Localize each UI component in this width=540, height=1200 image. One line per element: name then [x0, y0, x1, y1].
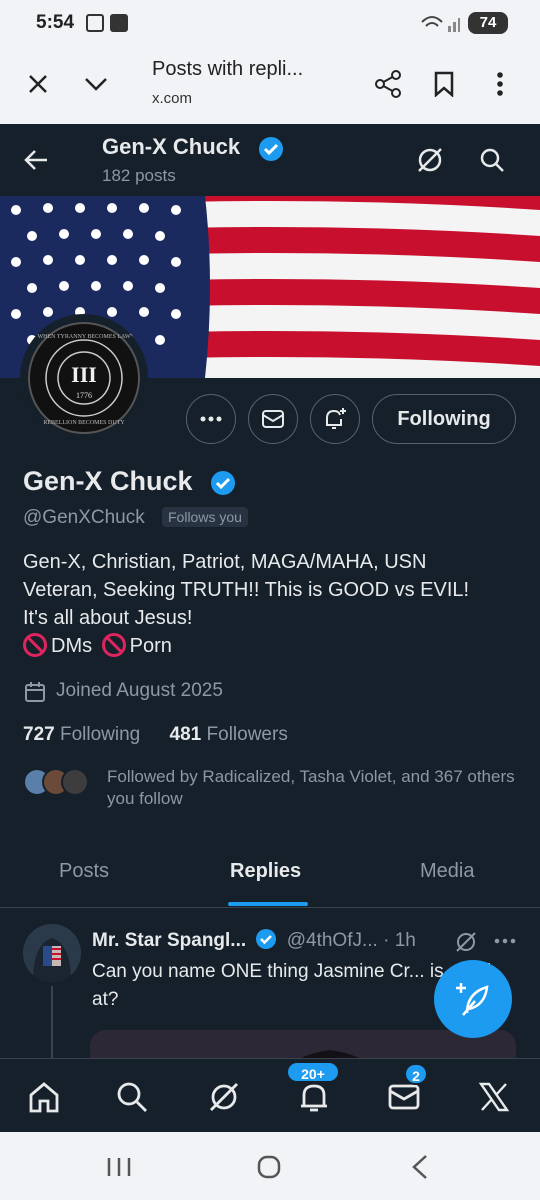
notifications-badge: 20+ — [286, 1061, 340, 1083]
calendar-icon — [25, 682, 45, 702]
envelope-icon — [262, 410, 284, 428]
share-icon[interactable] — [370, 66, 406, 102]
more-horizontal-icon — [200, 416, 222, 422]
back-arrow-icon[interactable] — [18, 142, 54, 178]
header-name: Gen-X Chuck — [102, 134, 241, 159]
tab-replies[interactable]: Replies — [230, 860, 301, 883]
avatar-image — [23, 924, 81, 982]
avatar-image: III 1776 WHEN TYRANNY BECOMES LAW REBELL… — [37, 334, 130, 426]
system-navigation-bar — [0, 1132, 540, 1200]
grok-icon[interactable] — [204, 1077, 244, 1117]
home-button-icon[interactable] — [256, 1154, 282, 1180]
message-button[interactable] — [248, 394, 298, 444]
following-label: Following — [59, 724, 141, 745]
follower-avatar — [61, 768, 89, 796]
prohibited-icon — [101, 633, 126, 657]
avatar-center-text: III — [71, 362, 97, 387]
feather-plus-icon — [456, 983, 489, 1016]
bio-line: Veteran, Seeking TRUTH!! This is GOOD vs… — [23, 579, 470, 601]
prohibited-icon — [23, 633, 47, 657]
more-horizontal-icon[interactable] — [494, 938, 516, 944]
following-link[interactable]: 727 Following — [23, 724, 140, 745]
more-vertical-icon[interactable] — [482, 66, 518, 102]
reply-author-handle[interactable]: @4thOfJ... — [287, 930, 378, 951]
search-icon[interactable] — [112, 1077, 152, 1117]
profile-top-bar: Gen-X Chuck 182 posts — [0, 124, 540, 196]
messages-badge: 2 — [404, 1063, 428, 1085]
browser-toolbar: Posts with repli... x.com — [0, 46, 540, 124]
avatar-year-text: 1776 — [76, 391, 92, 400]
verified-badge-icon — [211, 471, 235, 495]
avatar-top-text: WHEN TYRANNY BECOMES LAW — [37, 334, 130, 340]
joined-date: Joined August 2025 — [56, 680, 223, 701]
bio-porn: Porn — [129, 635, 172, 657]
reply-author-name[interactable]: Mr. Star Spangl... — [92, 930, 246, 951]
grok-icon[interactable] — [412, 142, 448, 178]
reply-author-avatar[interactable] — [23, 924, 81, 982]
avatar-emblem: III 1776 WHEN TYRANNY BECOMES LAW REBELL… — [28, 322, 140, 434]
bookmark-icon[interactable] — [426, 66, 462, 102]
notify-button[interactable] — [310, 394, 360, 444]
recent-apps-icon[interactable] — [106, 1156, 132, 1178]
followed-by-text[interactable]: Followed by Radicalized, Tasha Violet, a… — [107, 766, 517, 810]
profile-handle: @GenXChuck — [23, 507, 145, 528]
home-icon[interactable] — [24, 1077, 64, 1117]
search-icon[interactable] — [474, 142, 510, 178]
verified-badge-icon — [259, 137, 283, 161]
back-button-icon[interactable] — [410, 1154, 430, 1180]
checkbox-icon — [110, 14, 128, 32]
reply-time: · 1h — [383, 930, 416, 951]
browser-url[interactable]: x.com — [152, 90, 192, 107]
x-logo-icon[interactable] — [474, 1077, 514, 1117]
followers-count: 481 — [169, 724, 202, 745]
active-tab-indicator — [228, 902, 308, 906]
reply-header: Mr. Star Spangl... @4thOfJ... · 1h — [92, 928, 416, 952]
close-icon[interactable] — [20, 66, 56, 102]
following-button[interactable]: Following — [372, 394, 516, 444]
bio-dms: DMs — [51, 635, 93, 657]
wifi-signal-icon — [421, 16, 460, 32]
tab-posts[interactable]: Posts — [59, 860, 109, 883]
bio-line: It's all about Jesus! — [23, 607, 193, 629]
following-count: 727 — [23, 724, 55, 745]
screenshot-icon — [86, 14, 104, 32]
more-options-button[interactable] — [186, 394, 236, 444]
profile-avatar[interactable]: III 1776 WHEN TYRANNY BECOMES LAW REBELL… — [20, 314, 148, 442]
follows-you-badge: Follows you — [162, 507, 248, 527]
header-post-count: 182 posts — [102, 166, 176, 185]
battery-indicator: 74 — [468, 12, 508, 34]
follow-counts: 727 Following 481 Followers — [23, 724, 288, 746]
browser-page-title[interactable]: Posts with repli... — [152, 58, 303, 81]
followers-link[interactable]: 481 Followers — [170, 724, 288, 745]
profile-bio: Gen-X, Christian, Patriot, MAGA/MAHA, US… — [23, 548, 513, 660]
bottom-navigation: 20+ 2 — [0, 1058, 540, 1132]
verified-badge-icon — [256, 929, 277, 949]
bio-line: DMs Porn — [23, 632, 513, 660]
x-app: Gen-X Chuck 182 posts III 1776 WHEN TYRA… — [0, 124, 540, 1132]
avatar-bottom-text: REBELLION BECOMES DUTY — [43, 420, 125, 426]
profile-tabs: Posts Replies Media — [0, 846, 540, 908]
chevron-down-icon[interactable] — [78, 66, 114, 102]
followers-label: Followers — [206, 724, 288, 745]
tab-media[interactable]: Media — [420, 860, 474, 883]
bio-line: Gen-X, Christian, Patriot, MAGA/MAHA, US… — [23, 551, 427, 573]
profile-display-name: Gen-X Chuck — [23, 466, 193, 496]
compose-button[interactable] — [434, 960, 512, 1038]
grok-icon[interactable] — [454, 930, 478, 954]
status-time: 5:54 — [36, 12, 75, 33]
bell-plus-icon — [326, 408, 346, 429]
status-bar: 5:54 74 — [0, 0, 540, 46]
